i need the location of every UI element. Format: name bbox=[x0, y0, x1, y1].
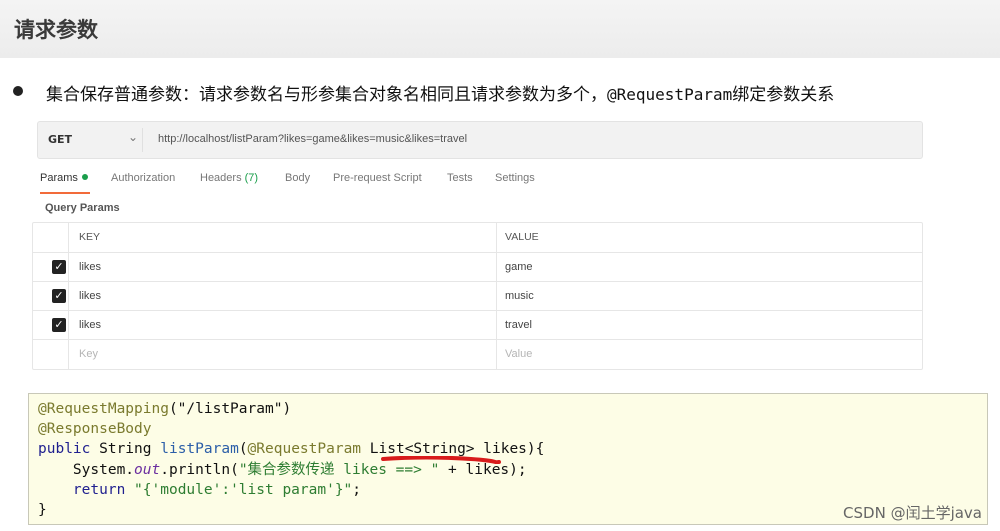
watermark: CSDN @闰土学java bbox=[843, 504, 982, 522]
active-dot-icon bbox=[81, 174, 88, 180]
tab-settings[interactable]: Settings bbox=[495, 172, 535, 184]
column-divider bbox=[68, 340, 69, 369]
query-params-table: KEY VALUE ✓ likes game ✓ likes music ✓ l… bbox=[32, 222, 923, 370]
code-annotation: @ResponseBody bbox=[38, 421, 152, 438]
new-value-input[interactable]: Value bbox=[505, 348, 532, 360]
param-value[interactable]: music bbox=[505, 290, 534, 302]
code-annotation: @RequestMapping bbox=[38, 401, 169, 417]
url-input[interactable]: http://localhost/listParam?likes=game&li… bbox=[158, 133, 467, 145]
code-text: ("/listParam") bbox=[168, 401, 292, 417]
tab-body[interactable]: Body bbox=[285, 172, 310, 184]
code-text: } bbox=[38, 502, 47, 519]
column-divider bbox=[68, 311, 69, 340]
table-row: ✓ likes music bbox=[33, 281, 922, 311]
code-string: "{'module':'list param'}" bbox=[125, 481, 353, 498]
url-divider bbox=[142, 128, 143, 152]
column-divider bbox=[496, 311, 497, 340]
code-field: out bbox=[134, 461, 161, 478]
red-underline-mark bbox=[381, 456, 501, 464]
code-text: .println( bbox=[160, 461, 239, 478]
column-header-key: KEY bbox=[79, 231, 101, 243]
code-keyword: return bbox=[38, 481, 126, 498]
code-text: ( bbox=[238, 441, 248, 458]
active-tab-underline bbox=[40, 192, 90, 194]
param-value[interactable]: game bbox=[505, 261, 533, 273]
column-divider bbox=[68, 282, 69, 311]
param-key[interactable]: likes bbox=[79, 319, 101, 331]
bullet-code-text: @RequestParam bbox=[607, 85, 733, 104]
code-text: List<String> likes){ bbox=[361, 441, 545, 458]
headers-count: (7) bbox=[244, 172, 259, 184]
column-divider bbox=[68, 253, 69, 282]
request-url-bar: GET ⌄ http://localhost/listParam?likes=g… bbox=[37, 121, 923, 159]
slide-header: 请求参数 bbox=[0, 0, 1000, 58]
param-value[interactable]: travel bbox=[505, 319, 532, 331]
tab-params[interactable]: Params bbox=[40, 172, 88, 184]
column-divider bbox=[496, 223, 497, 252]
bullet-suffix-text: 绑定参数关系 bbox=[732, 85, 835, 105]
table-row-empty: Key Value bbox=[33, 339, 922, 369]
row-checkbox[interactable]: ✓ bbox=[52, 260, 66, 274]
code-text: ; bbox=[352, 481, 362, 498]
tab-label: Headers bbox=[200, 172, 242, 184]
code-string: "集合参数传递 likes ==> " bbox=[238, 461, 440, 478]
column-divider bbox=[68, 223, 69, 252]
table-row: ✓ likes travel bbox=[33, 310, 922, 340]
row-checkbox[interactable]: ✓ bbox=[52, 289, 66, 303]
bullet-text: 集合保存普通参数：请求参数名与形参集合对象名相同且请求参数为多个，@Reques… bbox=[46, 80, 834, 105]
code-text: System. bbox=[38, 461, 135, 478]
code-text: String bbox=[90, 441, 161, 458]
chevron-down-icon[interactable]: ⌄ bbox=[128, 130, 138, 144]
tab-pre-request-script[interactable]: Pre-request Script bbox=[333, 172, 422, 184]
query-params-label: Query Params bbox=[45, 202, 120, 214]
code-text: + likes); bbox=[439, 461, 527, 478]
param-key[interactable]: likes bbox=[79, 290, 101, 302]
row-checkbox[interactable]: ✓ bbox=[52, 318, 66, 332]
column-header-value: VALUE bbox=[505, 231, 539, 243]
slide-title: 请求参数 bbox=[14, 18, 98, 42]
tab-tests[interactable]: Tests bbox=[447, 172, 473, 184]
column-divider bbox=[496, 340, 497, 369]
param-key[interactable]: likes bbox=[79, 261, 101, 273]
table-header-row: KEY VALUE bbox=[33, 223, 922, 252]
postman-panel: GET ⌄ http://localhost/listParam?likes=g… bbox=[30, 112, 923, 370]
new-key-input[interactable]: Key bbox=[79, 348, 98, 360]
code-method-name: listParam bbox=[160, 441, 239, 458]
column-divider bbox=[496, 282, 497, 311]
bullet-main-text: 集合保存普通参数：请求参数名与形参集合对象名相同且请求参数为多个， bbox=[46, 85, 607, 105]
method-select[interactable]: GET bbox=[48, 133, 72, 146]
code-keyword: public bbox=[38, 441, 91, 458]
code-annotation: @RequestParam bbox=[247, 441, 362, 458]
bullet-dot bbox=[13, 86, 23, 96]
tab-authorization[interactable]: Authorization bbox=[111, 172, 175, 184]
tab-headers[interactable]: Headers (7) bbox=[200, 172, 258, 184]
column-divider bbox=[496, 253, 497, 282]
table-row: ✓ likes game bbox=[33, 252, 922, 282]
tab-label: Params bbox=[40, 172, 78, 184]
